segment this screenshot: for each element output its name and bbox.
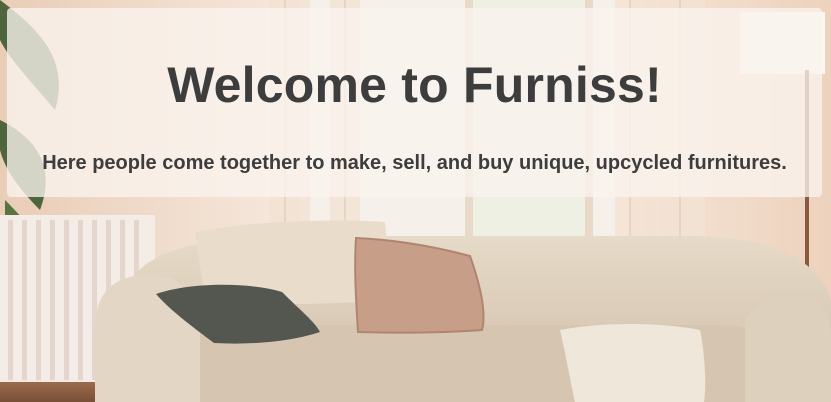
page-subtitle: Here people come together to make, sell,… <box>42 152 787 174</box>
hero-section: Welcome to Furniss! Here people come tog… <box>0 0 831 402</box>
welcome-banner: Welcome to Furniss! Here people come tog… <box>7 8 822 197</box>
page-title: Welcome to Furniss! <box>167 57 662 113</box>
